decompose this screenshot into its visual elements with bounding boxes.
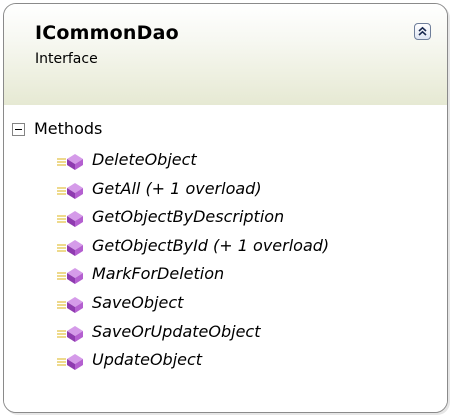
method-label: SaveOrUpdateObject [92,321,261,341]
collapse-button[interactable] [414,23,431,40]
method-item[interactable]: GetObjectById (+ 1 overload) [56,235,436,261]
method-icon [56,153,86,171]
shape-title: ICommonDao [35,22,179,44]
method-label: GetObjectByDescription [92,207,285,227]
method-label: UpdateObject [92,350,203,370]
method-item[interactable]: UpdateObject [56,349,436,375]
method-icon [56,325,86,343]
shape-header: ICommonDao Interface [4,4,447,105]
shape-body: Methods DeleteObject GetAll (+ 1 overload… [4,105,447,412]
methods-section-header[interactable]: Methods [4,119,447,143]
method-icon [56,267,86,285]
methods-section-label: Methods [34,119,103,138]
method-label: DeleteObject [92,150,197,169]
method-item[interactable]: GetAll (+ 1 overload) [56,178,436,204]
method-label: SaveObject [92,293,184,312]
minus-box-icon[interactable] [12,123,25,136]
method-label: MarkForDeletion [92,264,225,284]
method-item[interactable]: MarkForDeletion [56,263,436,289]
shape-stereotype: Interface [35,51,98,67]
method-item[interactable]: GetObjectByDescription [56,206,436,232]
method-icon [56,182,86,200]
class-shape-icommondao[interactable]: ICommonDao Interface Methods DeleteObjec… [3,3,448,413]
method-icon [56,296,86,314]
method-icon [56,353,86,371]
method-label: GetObjectById (+ 1 overload) [92,235,330,255]
method-item[interactable]: SaveObject [56,292,436,318]
double-chevron-up-icon [418,26,427,36]
method-item[interactable]: DeleteObject [56,149,436,175]
method-icon [56,239,86,257]
method-icon [56,210,86,228]
method-item[interactable]: SaveOrUpdateObject [56,321,436,347]
method-label: GetAll (+ 1 overload) [92,178,262,198]
